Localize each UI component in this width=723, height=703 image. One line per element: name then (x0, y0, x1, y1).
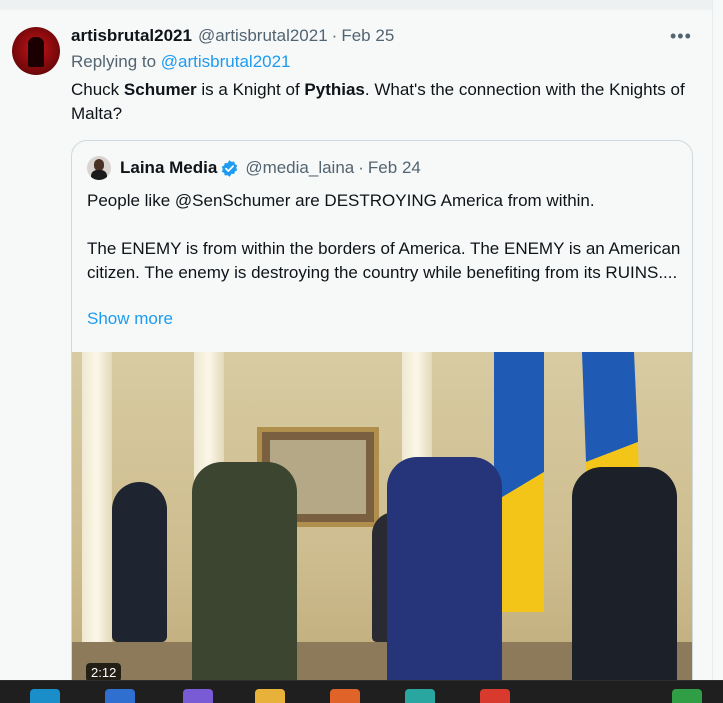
header-separator: · (331, 26, 338, 45)
quote-paragraph: The ENEMY is from within the borders of … (87, 239, 681, 282)
quote-text: People like @SenSchumer are DESTROYING A… (87, 189, 682, 285)
app-icon-green[interactable] (672, 689, 702, 703)
author-name[interactable]: artisbrutal2021 (71, 26, 192, 46)
quoted-tweet[interactable]: Laina Media @media_laina · Feb 24 People… (71, 140, 693, 700)
replying-to-handle[interactable]: @artisbrutal2021 (161, 52, 291, 71)
avatar-figure-icon (28, 37, 44, 67)
replying-to-label: Replying to (71, 52, 157, 71)
right-edge (712, 0, 723, 680)
copilot-icon[interactable] (183, 689, 213, 703)
quote-header: Laina Media @media_laina · Feb 24 (120, 158, 421, 178)
quote-author-handle[interactable]: @media_laina (245, 158, 354, 178)
taskbar (0, 680, 723, 703)
tweet-header: artisbrutal2021 @artisbrutal2021 · Feb 2… (71, 26, 394, 48)
window-top-strip (0, 0, 723, 10)
quote-date[interactable]: Feb 24 (368, 158, 421, 178)
tweet-text-part: Chuck (71, 80, 124, 99)
paint-icon[interactable] (405, 689, 435, 703)
video-scene-person (387, 457, 502, 699)
video-scene-person (112, 482, 167, 642)
verified-badge-icon (222, 159, 238, 177)
quote-author-avatar[interactable] (87, 156, 111, 180)
app-icon[interactable] (105, 689, 135, 703)
quote-separator: · (358, 158, 364, 177)
tweet-text-part: is a Knight of (196, 80, 305, 99)
tweet-date[interactable]: Feb 25 (341, 26, 394, 46)
tweet[interactable]: artisbrutal2021 @artisbrutal2021 · Feb 2… (0, 10, 712, 700)
chrome-icon[interactable] (480, 689, 510, 703)
firefox-icon[interactable] (330, 689, 360, 703)
author-handle[interactable]: @artisbrutal2021 (198, 26, 328, 46)
show-more-link[interactable]: Show more (87, 309, 173, 329)
tweet-text-bold-pythias: Pythias (304, 80, 365, 99)
file-explorer-icon[interactable] (255, 689, 285, 703)
author-avatar[interactable] (12, 27, 60, 75)
quote-paragraph: People like @SenSchumer are DESTROYING A… (87, 191, 595, 210)
quote-author-name[interactable]: Laina Media (120, 158, 217, 178)
more-horizontal-icon[interactable]: ••• (670, 26, 692, 47)
tweet-text-bold-schumer: Schumer (123, 80, 197, 99)
replying-to: Replying to @artisbrutal2021 (71, 52, 291, 72)
video-thumbnail[interactable]: 2:12 (72, 352, 692, 699)
video-scene-person (572, 467, 677, 699)
edge-icon[interactable] (30, 689, 60, 703)
video-scene-person (192, 462, 297, 699)
tweet-text: Chuck Schumer is a Knight of Pythias. Wh… (71, 78, 691, 126)
avatar-body-icon (91, 170, 107, 180)
